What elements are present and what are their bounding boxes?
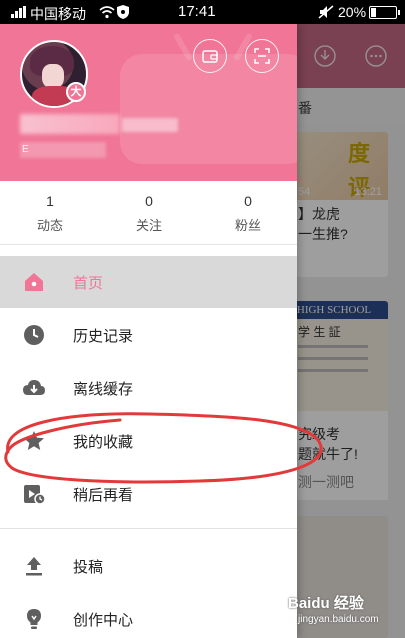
menu-label: 投稿 [73, 559, 104, 576]
watch-later-icon [24, 485, 46, 505]
menu-label: 创作中心 [73, 612, 134, 629]
lightbulb-icon [27, 609, 41, 629]
level-badge: 大 [66, 82, 86, 102]
battery-percent: 20% [338, 4, 367, 20]
wallet-icon [202, 50, 218, 63]
stat-value: 1 [46, 193, 54, 209]
signal-icon [11, 6, 27, 18]
clock-time: 17:41 [178, 3, 216, 20]
watermark-url: jingyan.baidu.com [298, 614, 379, 625]
clock-icon [24, 325, 44, 345]
menu-item-creator-center[interactable]: 创作中心 [0, 593, 297, 638]
scan-icon [254, 48, 270, 64]
uid-prefix: E [22, 144, 29, 155]
menu-item-upload[interactable]: 投稿 [0, 540, 297, 592]
uid-redacted [20, 142, 106, 158]
stat-followers[interactable]: 0 粉丝 [218, 193, 278, 234]
upload-icon [26, 557, 42, 576]
stat-value: 0 [145, 193, 153, 209]
menu-label: 我的收藏 [73, 434, 134, 451]
vip-badge-redacted [122, 118, 178, 132]
menu-item-offline-cache[interactable]: 离线缓存 [0, 362, 297, 414]
menu-label: 首页 [73, 275, 104, 292]
scan-button[interactable] [245, 39, 279, 73]
home-icon [25, 273, 43, 291]
wallet-button[interactable] [193, 39, 227, 73]
status-bar: 中国移动 17:41 20% [0, 0, 405, 24]
carrier-name: 中国移动 [30, 6, 86, 22]
mute-icon [318, 5, 334, 19]
menu-divider [0, 528, 297, 529]
stat-label: 粉丝 [234, 218, 261, 233]
navigation-drawer: 大 E 1 动态 0 关注 0 粉丝 首页 历史记录 离线缓存 我的收藏 稍后再… [0, 24, 297, 638]
drawer-header: 大 E [0, 24, 297, 181]
battery-icon [369, 6, 400, 19]
star-icon [24, 431, 44, 450]
stat-label: 关注 [135, 218, 162, 233]
stat-label: 动态 [36, 218, 63, 233]
cloud-download-icon [23, 380, 45, 395]
menu-label: 离线缓存 [73, 381, 134, 398]
shield-icon [117, 5, 129, 19]
watermark-logo: Baidu 经验 [288, 595, 364, 612]
stat-dynamic[interactable]: 1 动态 [20, 193, 80, 234]
menu-item-home[interactable]: 首页 [0, 256, 297, 308]
username-redacted [20, 114, 120, 134]
menu-item-favorites[interactable]: 我的收藏 [0, 415, 297, 467]
menu-label: 历史记录 [73, 328, 134, 345]
menu-label: 稍后再看 [73, 487, 134, 504]
wifi-icon [99, 6, 115, 19]
menu-item-watch-later[interactable]: 稍后再看 [0, 468, 297, 520]
stat-value: 0 [244, 193, 252, 209]
menu-item-history[interactable]: 历史记录 [0, 309, 297, 361]
stat-following[interactable]: 0 关注 [119, 193, 179, 234]
stats-row: 1 动态 0 关注 0 粉丝 [0, 181, 297, 245]
